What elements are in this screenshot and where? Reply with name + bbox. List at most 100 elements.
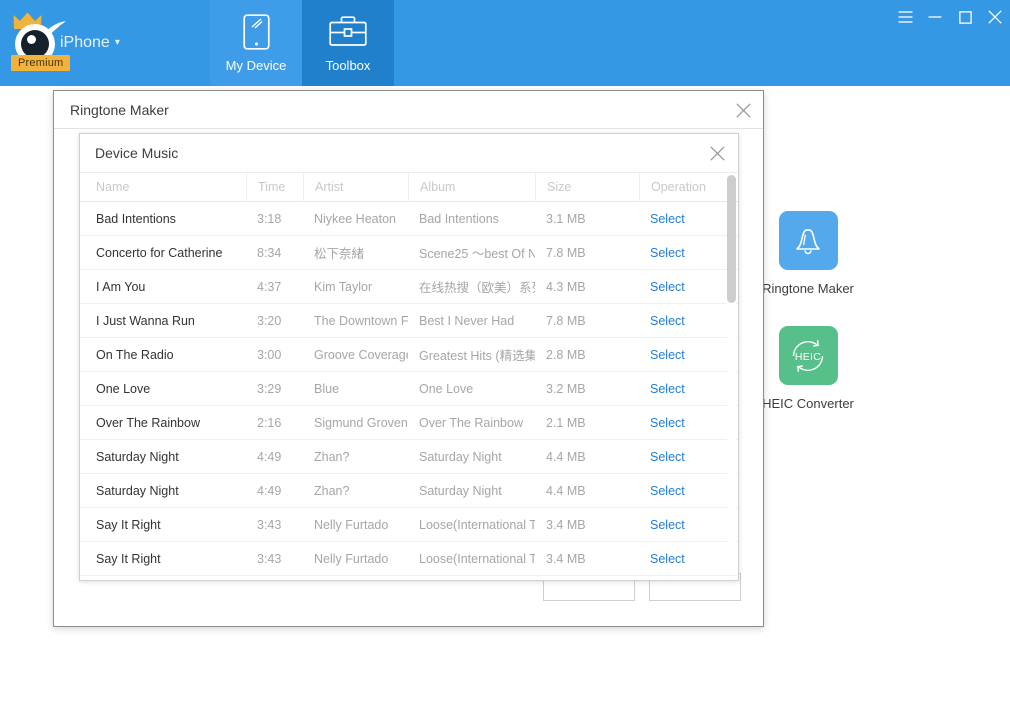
logo-eye-inner <box>21 30 49 58</box>
cell-name: I Just Wanna Run <box>96 313 195 328</box>
cell-size: 3.4 MB <box>546 551 586 566</box>
minimize-icon[interactable] <box>920 2 950 32</box>
cell-album: Greatest Hits (精选集唱片 <box>419 349 535 363</box>
tab-toolbox[interactable]: Toolbox <box>302 0 394 86</box>
window-controls <box>890 0 1010 34</box>
cell-album: Scene25 ～best Of Nao l <box>419 247 535 261</box>
ringtone-maker-titlebar: Ringtone Maker <box>54 91 763 129</box>
table-row[interactable]: Over The Rainbow 2:16 Sigmund Groven Over T… <box>80 406 738 440</box>
table-row[interactable]: Say It Right 3:43 Nelly Furtado Loose(Inter… <box>80 542 738 576</box>
cell-time: 3:29 <box>257 381 282 396</box>
tab-my-device[interactable]: My Device <box>210 0 302 86</box>
cell-time: 4:49 <box>257 483 282 498</box>
logo-eye-glint <box>27 35 36 44</box>
cell-artist: Blue <box>314 381 340 396</box>
cell-name: Say It Right <box>96 517 161 532</box>
close-icon[interactable] <box>980 2 1010 32</box>
column-header-album: Album <box>408 172 535 202</box>
music-table-body: Bad Intentions 3:18 Niykee Heaton Bad Inten… <box>80 202 738 576</box>
main-tabs: My Device Toolbox <box>210 0 394 86</box>
column-header-time: Time <box>246 172 303 202</box>
cell-album: Best I Never Had <box>419 313 515 328</box>
cell-time: 4:37 <box>257 279 282 294</box>
cell-name: One Love <box>96 381 151 396</box>
music-list-scrollbar[interactable] <box>727 175 736 574</box>
select-link[interactable]: Select <box>650 518 685 532</box>
cell-size: 7.8 MB <box>546 313 586 328</box>
select-link[interactable]: Select <box>650 484 685 498</box>
cell-artist: Zhan? <box>314 483 350 498</box>
table-row[interactable]: Bad Intentions 3:18 Niykee Heaton Bad Inten… <box>80 202 738 236</box>
cell-time: 4:49 <box>257 449 282 464</box>
hamburger-icon[interactable] <box>890 2 920 32</box>
table-row[interactable]: Say It Right 3:43 Nelly Furtado Loose(Inter… <box>80 508 738 542</box>
device-music-title: Device Music <box>95 145 179 161</box>
cell-artist: Groove Coverage <box>314 347 408 362</box>
column-header-operation: Operation <box>639 172 735 202</box>
main-window: Premium iPhone ▾ My Device Toolbox Ringt… <box>0 0 1010 628</box>
cell-artist: Sigmund Groven <box>314 415 408 430</box>
cell-time: 3:00 <box>257 347 282 362</box>
select-link[interactable]: Select <box>650 382 685 396</box>
select-link[interactable]: Select <box>650 314 685 328</box>
column-header-size: Size <box>535 172 639 202</box>
table-row[interactable]: I Just Wanna Run 3:20 The Downtown Fict Bes… <box>80 304 738 338</box>
cell-operation: Select <box>639 450 735 464</box>
table-row[interactable]: I Am You 4:37 Kim Taylor 在线热搜（欧美）系列6 4.3 MB S… <box>80 270 738 304</box>
cell-size: 3.1 MB <box>546 211 586 226</box>
cell-name: Bad Intentions <box>96 211 176 226</box>
cell-name: Say It Right <box>96 551 161 566</box>
table-row[interactable]: One Love 3:29 Blue One Love 3.2 MB Select <box>80 372 738 406</box>
select-link[interactable]: Select <box>650 552 685 566</box>
table-row[interactable]: Saturday Night 4:49 Zhan? Saturday Night 4.4… <box>80 440 738 474</box>
device-selector[interactable]: Premium iPhone ▾ <box>0 0 198 86</box>
column-header-artist: Artist <box>303 172 408 202</box>
table-row[interactable]: Concerto for Catherine 8:34 松下奈緒 Scene25 ～b… <box>80 236 738 270</box>
cell-name: Saturday Night <box>96 449 179 464</box>
select-link[interactable]: Select <box>650 246 685 260</box>
cell-time: 3:20 <box>257 313 282 328</box>
cell-size: 7.8 MB <box>546 245 586 260</box>
close-icon[interactable] <box>705 141 729 165</box>
cell-operation: Select <box>639 246 735 260</box>
cell-artist: Niykee Heaton <box>314 211 396 226</box>
tab-toolbox-label: Toolbox <box>325 58 371 73</box>
cell-size: 2.8 MB <box>546 347 586 362</box>
maximize-icon[interactable] <box>950 2 980 32</box>
cell-album: Bad Intentions <box>419 211 499 226</box>
music-table-header: Name Time Artist Album Size Operation <box>80 172 738 202</box>
cell-name: I Am You <box>96 279 146 294</box>
cell-operation: Select <box>639 314 735 328</box>
cell-time: 3:43 <box>257 551 282 566</box>
music-table: Name Time Artist Album Size Operation Ba… <box>80 172 738 576</box>
select-link[interactable]: Select <box>650 450 685 464</box>
device-name-text: iPhone <box>60 34 110 51</box>
close-icon[interactable] <box>731 98 755 122</box>
cell-operation: Select <box>639 416 735 430</box>
cell-operation: Select <box>639 518 735 532</box>
cell-name: Concerto for Catherine <box>96 245 223 260</box>
cell-name: On The Radio <box>96 347 174 362</box>
cell-size: 3.4 MB <box>546 517 586 532</box>
table-row[interactable]: Saturday Night 4:49 Zhan? Saturday Night 4.4… <box>80 474 738 508</box>
column-header-name: Name <box>96 180 130 194</box>
select-link[interactable]: Select <box>650 280 685 294</box>
cell-artist: 松下奈緒 <box>314 247 365 261</box>
select-link[interactable]: Select <box>650 348 685 362</box>
select-link[interactable]: Select <box>650 416 685 430</box>
cell-album: Loose(International Tou <box>419 517 535 532</box>
cell-album: One Love <box>419 381 474 396</box>
bell-icon <box>778 211 838 270</box>
table-row[interactable]: On The Radio 3:00 Groove Coverage Greatest … <box>80 338 738 372</box>
select-link[interactable]: Select <box>650 212 685 226</box>
cell-size: 4.3 MB <box>546 279 586 294</box>
device-name-label: iPhone ▾ <box>60 33 120 53</box>
heic-badge-text: HEIC <box>795 351 821 363</box>
music-list-scrollbar-thumb[interactable] <box>727 175 736 303</box>
cell-album: Saturday Night <box>419 449 502 464</box>
cell-operation: Select <box>639 552 735 566</box>
cell-operation: Select <box>639 280 735 294</box>
tab-my-device-label: My Device <box>225 58 287 73</box>
cell-operation: Select <box>639 212 735 226</box>
cell-size: 2.1 MB <box>546 415 586 430</box>
